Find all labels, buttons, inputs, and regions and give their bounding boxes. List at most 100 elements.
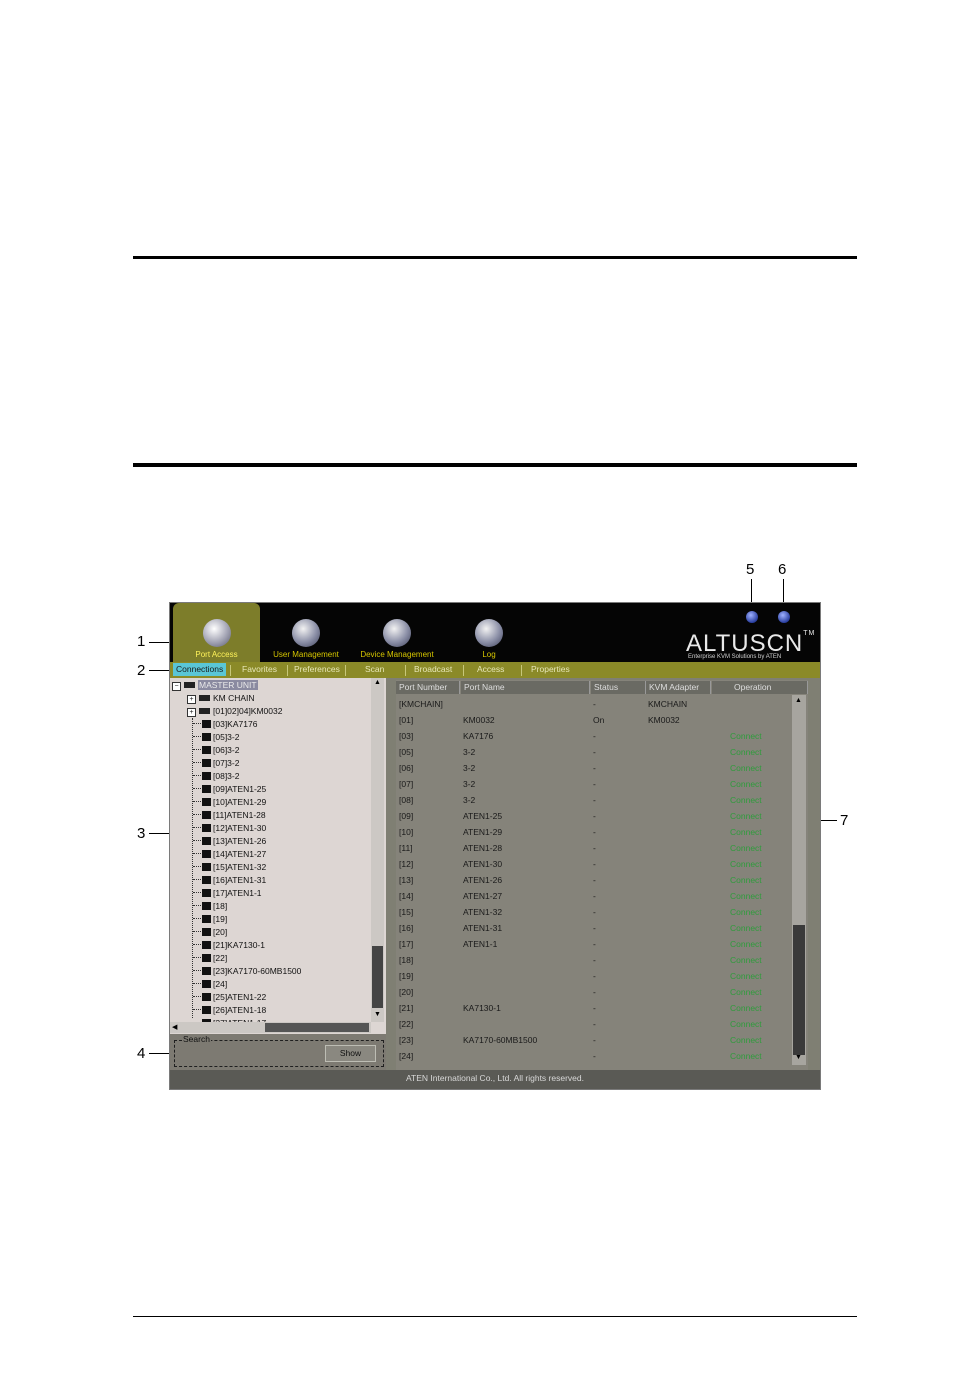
connect-link[interactable]: Connect — [730, 760, 762, 776]
tree-node[interactable]: [25]ATEN1-22 — [193, 991, 266, 1004]
tree-node[interactable]: [26]ATEN1-18 — [193, 1004, 266, 1017]
table-row[interactable]: [03] KA7176 - Connect — [396, 728, 792, 744]
table-row[interactable]: [05] 3-2 - Connect — [396, 744, 792, 760]
tree-node[interactable]: [09]ATEN1-25 — [193, 783, 266, 796]
connect-link[interactable]: Connect — [730, 776, 762, 792]
tab-device-management[interactable]: Device Management — [352, 603, 442, 662]
column-header-port-number[interactable]: Port Number — [396, 681, 460, 694]
scroll-thumb[interactable] — [793, 925, 805, 1055]
help-icon[interactable] — [746, 611, 758, 623]
column-header-kvm-adapter[interactable]: KVM Adapter — [646, 681, 711, 694]
tree-node[interactable]: [16]ATEN1-31 — [193, 874, 266, 887]
tree-node[interactable]: [13]ATEN1-26 — [193, 835, 266, 848]
table-row[interactable]: [18] - Connect — [396, 952, 792, 968]
expand-icon[interactable]: + — [187, 708, 196, 717]
tree-node[interactable]: [18] — [193, 900, 227, 913]
tree-node[interactable]: [17]ATEN1-1 — [193, 887, 262, 900]
logout-icon[interactable] — [778, 611, 790, 623]
tree-node[interactable]: [05]3-2 — [193, 731, 239, 744]
table-row[interactable]: [06] 3-2 - Connect — [396, 760, 792, 776]
connect-link[interactable]: Connect — [730, 824, 762, 840]
tree-node[interactable]: [03]KA7176 — [193, 718, 257, 731]
column-header-operation[interactable]: Operation — [712, 681, 808, 694]
table-row[interactable]: [01] KM0032 On KM0032 — [396, 712, 792, 728]
table-row[interactable]: [KMCHAIN] - KMCHAIN — [396, 696, 792, 712]
table-row[interactable]: [19] - Connect — [396, 968, 792, 984]
connect-link[interactable]: Connect — [730, 904, 762, 920]
menu-preferences[interactable]: Preferences — [294, 664, 340, 674]
table-row[interactable]: [11] ATEN1-28 - Connect — [396, 840, 792, 856]
connect-link[interactable]: Connect — [730, 1000, 762, 1016]
connect-link[interactable]: Connect — [730, 1032, 762, 1048]
table-row[interactable]: [16] ATEN1-31 - Connect — [396, 920, 792, 936]
tree-node[interactable]: [19] — [193, 913, 227, 926]
connect-link[interactable]: Connect — [730, 1048, 762, 1064]
table-row[interactable]: [14] ATEN1-27 - Connect — [396, 888, 792, 904]
scroll-down-icon[interactable]: ▼ — [795, 1054, 802, 1061]
tab-log[interactable]: Log — [462, 603, 516, 662]
menu-properties[interactable]: Properties — [531, 664, 570, 674]
scroll-thumb[interactable] — [372, 946, 383, 1008]
tree-node[interactable]: + KM CHAIN — [187, 692, 255, 705]
table-row[interactable]: [12] ATEN1-30 - Connect — [396, 856, 792, 872]
tree-node[interactable]: [10]ATEN1-29 — [193, 796, 266, 809]
tree-node[interactable]: [22] — [193, 952, 227, 965]
column-header-port-name[interactable]: Port Name — [461, 681, 590, 694]
column-header-status[interactable]: Status — [591, 681, 646, 694]
tab-port-access[interactable]: Port Access — [173, 603, 260, 662]
tree-node[interactable]: [08]3-2 — [193, 770, 239, 783]
scroll-up-icon[interactable]: ▲ — [374, 679, 381, 686]
table-row[interactable]: [15] ATEN1-32 - Connect — [396, 904, 792, 920]
connect-link[interactable]: Connect — [730, 744, 762, 760]
table-row[interactable]: [13] ATEN1-26 - Connect — [396, 872, 792, 888]
connect-link[interactable]: Connect — [730, 856, 762, 872]
tree-node[interactable]: [12]ATEN1-30 — [193, 822, 266, 835]
scroll-up-icon[interactable]: ▲ — [795, 697, 802, 704]
tree-node[interactable]: [14]ATEN1-27 — [193, 848, 266, 861]
collapse-icon[interactable]: − — [172, 682, 181, 691]
connect-link[interactable]: Connect — [730, 936, 762, 952]
tree-vertical-scrollbar[interactable]: ▲ ▼ — [371, 678, 384, 1022]
tree-node-master[interactable]: − MASTER UNIT — [172, 679, 258, 692]
connect-link[interactable]: Connect — [730, 792, 762, 808]
connect-link[interactable]: Connect — [730, 888, 762, 904]
table-row[interactable]: [22] - Connect — [396, 1016, 792, 1032]
tree-node[interactable]: [20] — [193, 926, 227, 939]
menu-connections[interactable]: Connections — [173, 663, 227, 676]
show-button[interactable]: Show — [325, 1045, 376, 1062]
connect-link[interactable]: Connect — [730, 872, 762, 888]
table-row[interactable]: [09] ATEN1-25 - Connect — [396, 808, 792, 824]
connect-link[interactable]: Connect — [730, 840, 762, 856]
tree-node[interactable]: [23]KA7170-60MB1500 — [193, 965, 301, 978]
tree-node[interactable]: + [01]02]04]KM0032 — [187, 705, 282, 718]
menu-broadcast[interactable]: Broadcast — [414, 664, 452, 674]
table-row[interactable]: [23] KA7170-60MB1500 - Connect — [396, 1032, 792, 1048]
table-row[interactable]: [07] 3-2 - Connect — [396, 776, 792, 792]
connect-link[interactable]: Connect — [730, 1016, 762, 1032]
table-row[interactable]: [08] 3-2 - Connect — [396, 792, 792, 808]
table-row[interactable]: [21] KA7130-1 - Connect — [396, 1000, 792, 1016]
table-row[interactable]: [20] - Connect — [396, 984, 792, 1000]
tree-node[interactable]: [15]ATEN1-32 — [193, 861, 266, 874]
table-row[interactable]: [10] ATEN1-29 - Connect — [396, 824, 792, 840]
connect-link[interactable]: Connect — [730, 920, 762, 936]
tree-node[interactable]: [06]3-2 — [193, 744, 239, 757]
expand-icon[interactable]: + — [187, 695, 196, 704]
tab-user-management[interactable]: User Management — [266, 603, 346, 662]
connect-link[interactable]: Connect — [730, 952, 762, 968]
connect-link[interactable]: Connect — [730, 968, 762, 984]
menu-favorites[interactable]: Favorites — [242, 664, 277, 674]
tree-node[interactable]: [24] — [193, 978, 227, 991]
connect-link[interactable]: Connect — [730, 984, 762, 1000]
table-row[interactable]: [24] - Connect — [396, 1048, 792, 1064]
scroll-down-icon[interactable]: ▼ — [374, 1011, 381, 1018]
connect-link[interactable]: Connect — [730, 808, 762, 824]
menu-scan[interactable]: Scan — [365, 664, 384, 674]
tree-node[interactable]: [11]ATEN1-28 — [193, 809, 266, 822]
scroll-left-icon[interactable]: ◀ — [172, 1023, 177, 1031]
tree-node[interactable]: [21]KA7130-1 — [193, 939, 265, 952]
table-vertical-scrollbar[interactable]: ▲ ▼ — [792, 695, 806, 1065]
scroll-thumb[interactable] — [265, 1023, 369, 1032]
menu-access[interactable]: Access — [477, 664, 504, 674]
tree-node[interactable]: [07]3-2 — [193, 757, 239, 770]
